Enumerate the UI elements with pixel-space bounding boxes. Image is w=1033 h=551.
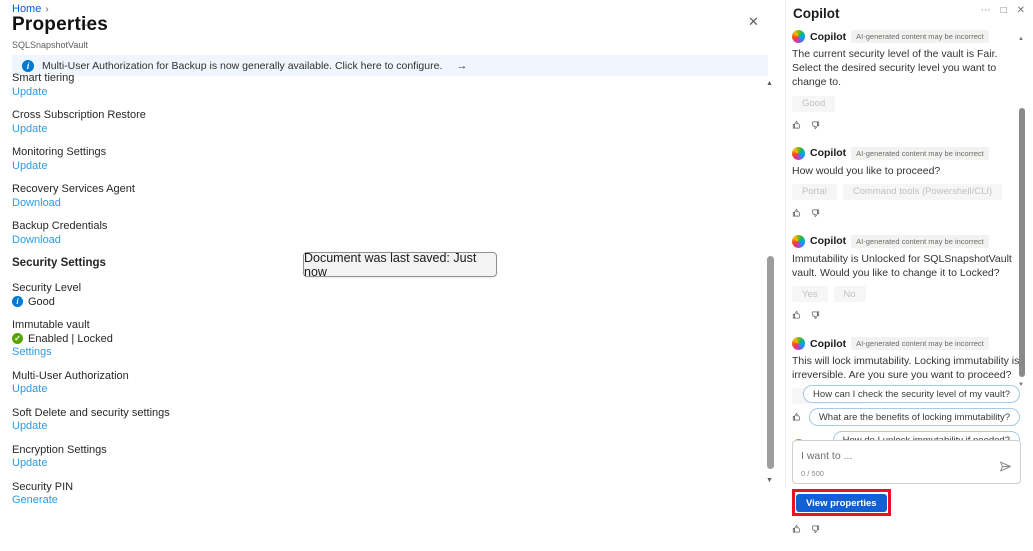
- copilot-title: Copilot: [793, 6, 840, 21]
- message-sender: Copilot: [810, 337, 847, 350]
- message-text: Immutability is Unlocked for SQLSnapshot…: [792, 252, 1012, 279]
- thumbs-down-icon[interactable]: [810, 205, 820, 223]
- encryption-update-link[interactable]: Update: [12, 457, 712, 470]
- copilot-maximize-icon[interactable]: □: [1001, 5, 1007, 16]
- suggestion-chip[interactable]: How can I check the security level of my…: [803, 385, 1020, 403]
- chip-portal: Portal: [792, 183, 837, 200]
- setting-label: Recovery Services Agent: [12, 183, 135, 195]
- monitoring-update-link[interactable]: Update: [12, 160, 712, 173]
- immutable-vault-value: Enabled | Locked: [28, 332, 113, 345]
- copilot-avatar-icon: [792, 146, 805, 160]
- blade-close-icon[interactable]: ✕: [748, 14, 759, 30]
- copilot-message: Copilot AI-generated content may be inco…: [792, 146, 1020, 223]
- char-counter: 0 / 500: [801, 469, 824, 478]
- copilot-avatar-icon: [792, 30, 805, 43]
- setting-soft-delete: Soft Delete and security settings Update: [12, 407, 712, 433]
- main-scroll-down-icon[interactable]: ▼: [766, 477, 773, 484]
- arrow-right-icon: →: [456, 59, 468, 72]
- copilot-scroll-up-icon[interactable]: ▲: [1018, 36, 1024, 42]
- setting-security-pin: Security PIN Generate: [12, 481, 712, 507]
- setting-label: Backup Credentials: [12, 220, 108, 232]
- highlight-box: View properties: [792, 488, 891, 517]
- thumbs-up-icon[interactable]: [792, 409, 802, 427]
- setting-label: Encryption Settings: [12, 443, 107, 456]
- agent-download-link[interactable]: Download: [12, 197, 712, 210]
- thumbs-up-icon[interactable]: [792, 205, 802, 223]
- copilot-message: Copilot AI-generated content may be inco…: [792, 30, 1020, 135]
- save-toast: Document was last saved: Just now: [303, 251, 497, 279]
- copilot-more-icon[interactable]: ⋯: [981, 5, 991, 16]
- copilot-avatar-icon: [792, 337, 805, 351]
- setting-label: Security Level: [12, 282, 82, 294]
- chip-command-tools: Command tools (Powershell/CLI): [842, 183, 1003, 200]
- setting-label: Cross Subscription Restore: [12, 109, 146, 121]
- check-icon: ✓: [12, 333, 23, 345]
- cross-subscription-update-link[interactable]: Update: [12, 123, 712, 136]
- setting-backup-credentials: Backup Credentials Download: [12, 220, 712, 246]
- thumbs-down-icon[interactable]: [810, 521, 820, 539]
- copilot-panel: Copilot ⋯ □ ✕ Copilot AI-generated conte…: [785, 0, 1033, 534]
- message-text: This will lock immutability. Locking imm…: [792, 355, 1020, 382]
- message-sender: Copilot: [810, 147, 847, 160]
- ai-disclaimer-badge: AI-generated content may be incorrect: [851, 146, 989, 160]
- copilot-avatar-icon: [792, 234, 805, 248]
- suggestion-chip[interactable]: What are the benefits of locking immutab…: [808, 408, 1020, 426]
- pin-generate-link[interactable]: Generate: [12, 494, 712, 507]
- copilot-input-box: 0 / 500: [792, 440, 1021, 484]
- message-sender: Copilot: [810, 235, 847, 248]
- info-icon: i: [12, 296, 23, 308]
- soft-delete-update-link[interactable]: Update: [12, 420, 712, 433]
- setting-encryption: Encryption Settings Update: [12, 444, 712, 470]
- setting-label: Security PIN: [12, 480, 74, 493]
- copilot-message: Copilot AI-generated content may be inco…: [792, 234, 1020, 325]
- main-scrollbar-thumb[interactable]: [767, 256, 774, 469]
- message-text: How would you like to proceed?: [792, 164, 941, 177]
- message-text: The current security level of the vault …: [792, 48, 998, 89]
- message-sender: Copilot: [810, 30, 847, 43]
- properties-blade: Home › Properties ⋯ ✕ SQLSnapshotVault i …: [0, 0, 775, 506]
- view-properties-button[interactable]: View properties: [796, 494, 887, 513]
- copilot-header: Copilot ⋯ □ ✕: [786, 0, 1033, 24]
- copilot-prompt-input[interactable]: [793, 444, 1020, 468]
- setting-immutable-vault: Immutable vault ✓ Enabled | Locked Setti…: [12, 319, 712, 359]
- setting-security-level: Security Level i Good: [12, 282, 712, 308]
- ai-disclaimer-badge: AI-generated content may be incorrect: [851, 30, 989, 43]
- smart-tiering-update-link[interactable]: Update: [12, 86, 712, 99]
- banner-text: Multi-User Authorization for Backup is n…: [42, 59, 443, 72]
- chip-no: No: [833, 286, 866, 303]
- chip-yes: Yes: [792, 286, 828, 303]
- ai-disclaimer-badge: AI-generated content may be incorrect: [851, 337, 989, 351]
- setting-label: Soft Delete and security settings: [12, 406, 170, 419]
- send-icon[interactable]: [999, 460, 1012, 478]
- immutable-settings-link[interactable]: Settings: [12, 346, 712, 359]
- setting-monitoring: Monitoring Settings Update: [12, 146, 712, 172]
- setting-label: Immutable vault: [12, 319, 90, 331]
- title-more-icon[interactable]: ⋯: [80, 18, 93, 32]
- setting-label: Multi-User Authorization: [12, 369, 129, 382]
- setting-multi-user-authorization: Multi-User Authorization Update: [12, 370, 712, 396]
- thumbs-down-icon[interactable]: [810, 117, 820, 135]
- chip-good: Good: [792, 95, 836, 112]
- setting-recovery-services-agent: Recovery Services Agent Download: [12, 183, 712, 209]
- page-title: Properties: [12, 14, 108, 35]
- mua-update-link[interactable]: Update: [12, 383, 712, 396]
- setting-label: Smart tiering: [12, 72, 75, 84]
- thumbs-up-icon[interactable]: [792, 521, 802, 539]
- thumbs-down-icon[interactable]: [810, 307, 820, 325]
- copilot-close-icon[interactable]: ✕: [1017, 5, 1025, 16]
- copilot-scrollbar-thumb[interactable]: [1019, 108, 1025, 377]
- main-scroll-up-icon[interactable]: ▲: [766, 80, 773, 87]
- thumbs-up-icon[interactable]: [792, 307, 802, 325]
- settings-list: Smart tiering Update Cross Subscription …: [12, 72, 712, 518]
- page-subtitle: SQLSnapshotVault: [12, 40, 88, 50]
- setting-cross-subscription-restore: Cross Subscription Restore Update: [12, 109, 712, 135]
- security-level-value: Good: [28, 295, 55, 308]
- info-icon: i: [22, 59, 34, 72]
- ai-disclaimer-badge: AI-generated content may be incorrect: [851, 234, 989, 248]
- credentials-download-link[interactable]: Download: [12, 234, 712, 247]
- setting-label: Monitoring Settings: [12, 146, 107, 158]
- thumbs-up-icon[interactable]: [792, 117, 802, 135]
- setting-smart-tiering: Smart tiering Update: [12, 72, 712, 98]
